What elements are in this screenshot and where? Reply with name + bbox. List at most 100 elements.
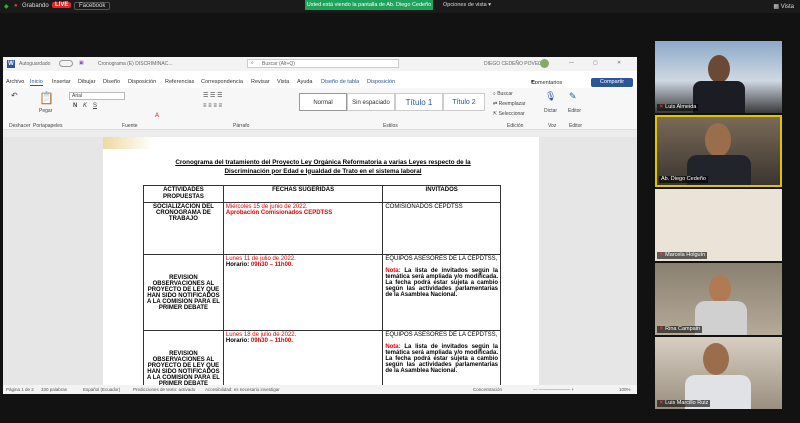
participant-tile[interactable]: ✕ Luis Almeida (655, 41, 782, 113)
font-name-select[interactable]: Arial (69, 92, 125, 100)
avatar[interactable] (540, 59, 549, 68)
undo-icon[interactable]: ↶ (11, 91, 18, 100)
replace-label: Reemplazar (498, 101, 526, 107)
ribbon: ↶ Deshacer 📋 Pegar Portapapeles Arial N … (3, 88, 637, 130)
tab-referencias[interactable]: Referencias (165, 79, 194, 85)
share-button[interactable]: Compartir (591, 78, 633, 87)
bullets-icon[interactable]: ☰ ☰ ☰ (203, 92, 222, 99)
replace-button[interactable]: ⇄ Reemplazar (493, 101, 526, 107)
tab-ayuda[interactable]: Ayuda (297, 79, 313, 85)
close-icon[interactable]: ✕ (617, 60, 621, 66)
select-button[interactable]: ⇱ Seleccionar (493, 111, 525, 117)
zoom-level[interactable]: 100% (619, 387, 631, 392)
table-row[interactable]: SOCIALIZACIÓN DEL CRONOGRAMA DE TRABAJO … (143, 202, 501, 255)
editor-icon[interactable]: ✎ (569, 91, 577, 102)
participant-tile[interactable]: ✕ Luis Marcillo Ruiz (655, 337, 782, 409)
participant-tile-active-speaker[interactable]: Ab. Diego Cedeño (655, 115, 782, 187)
search-icon: ⌕ (251, 60, 254, 66)
tab-vista[interactable]: Vista (277, 79, 289, 85)
tab-archivo[interactable]: Archivo (6, 79, 24, 85)
tab-diseno-tabla[interactable]: Diseño de tabla (321, 79, 359, 85)
guests-cell: EQUIPOS ASESORES DE LA CEPDTSS, Nota: La… (382, 330, 501, 385)
ruler[interactable] (3, 130, 637, 137)
restore-icon[interactable]: ▢ (593, 60, 598, 66)
italic-icon[interactable]: K (83, 103, 87, 109)
date-cell: Lunes 18 de julio de 2022. Horario: 09h3… (222, 330, 384, 385)
participant-name: Ab. Diego Cedeño (659, 176, 708, 183)
guests-cell: COMISIONADOS CEPDTSS (382, 202, 501, 255)
hour-line: Horario: 09h30 – 11h00. (226, 262, 380, 268)
autosave-toggle[interactable] (59, 60, 73, 67)
participant-tile[interactable]: ✕ Rina Campain (655, 263, 782, 335)
focus-mode[interactable]: Concentración (473, 387, 502, 392)
bold-icon[interactable]: N (73, 103, 77, 109)
comments-button[interactable]: ▭ Comentarios ▾ (531, 79, 562, 86)
schedule-table[interactable]: ACTIVIDADES PROPUESTAS FECHAS SUGERIDAS … (143, 185, 501, 385)
view-options-button[interactable]: Opciones de vista ▾ (443, 0, 491, 10)
header-guests: INVITADOS (382, 185, 501, 203)
document-page[interactable]: Cronograma del tratamiento del Proyecto … (103, 137, 539, 385)
table-row[interactable]: REVISION OBSERVACIONES AL PROYECTO DE LE… (143, 330, 501, 385)
mic-muted-icon: ✕ (659, 104, 664, 110)
find-button[interactable]: ⌕ Buscar (493, 91, 513, 97)
date-cell: Lunes 11 de julio de 2022. Horario: 09h3… (222, 254, 384, 331)
voice-group-label: Voz (548, 123, 557, 129)
style-title-1[interactable]: Título 1 (395, 93, 443, 111)
search-placeholder: Buscar (Alt+Q) (262, 61, 295, 67)
zoom-slider[interactable]: — ——————— + (533, 387, 574, 392)
page-count[interactable]: Página 1 de 2 (6, 387, 34, 392)
menu-tabs: Archivo Inicio Insertar Dibujar Diseño D… (3, 78, 637, 88)
view-button[interactable]: ▦ Vista (773, 3, 794, 10)
tab-dibujar[interactable]: Dibujar (78, 79, 95, 85)
tab-revisar[interactable]: Revisar (251, 79, 270, 85)
participant-video (708, 55, 730, 83)
participant-video (709, 275, 731, 303)
word-logo-icon: W (7, 60, 15, 68)
tab-disposicion-tabla[interactable]: Disposición (367, 79, 395, 85)
text-predictions[interactable]: Predicciones de texto: activado (133, 387, 195, 392)
tab-correspondencia[interactable]: Correspondencia (201, 79, 243, 85)
participant-name: ✕ Rina Campain (657, 326, 702, 333)
align-icon[interactable]: ≡ ≡ ≡ ≡ (203, 103, 222, 109)
guests-text: EQUIPOS ASESORES DE LA CEPDTSS, (385, 256, 498, 262)
accessibility[interactable]: Accesibilidad: es necesario investigar (205, 387, 280, 392)
style-no-spacing[interactable]: Sin espaciado (347, 93, 395, 111)
share-label: Compartir (599, 79, 625, 85)
participant-body (693, 81, 745, 113)
guests-text: EQUIPOS ASESORES DE LA CEPDTSS, (385, 332, 498, 338)
save-icon[interactable]: ▣ (79, 60, 84, 66)
microphone-icon[interactable]: 🎙 (545, 91, 556, 102)
style-title-2[interactable]: Título 2 (443, 93, 485, 111)
note-text: Nota: La lista de invitados según la tem… (385, 268, 498, 298)
participant-name-text: Luis Almeida (665, 104, 697, 110)
underline-icon[interactable]: S (93, 103, 97, 109)
undo-group-label: Deshacer (9, 123, 31, 129)
hour-line: Horario: 09h30 – 11h00. (226, 338, 380, 344)
participant-name-text: Marcela Holguín (665, 252, 706, 258)
document-area[interactable]: Cronograma del tratamiento del Proyecto … (3, 137, 637, 385)
participant-tile[interactable]: ✕ Marcela Holguín (655, 189, 782, 261)
comments-label: Comentarios (531, 80, 563, 86)
dictate-label: Dictar (544, 108, 558, 114)
font-name-value: Arial (72, 93, 83, 99)
hour-label: Horario: (225, 262, 251, 268)
style-normal[interactable]: Normal (299, 93, 347, 111)
font-color-icon[interactable]: A (155, 113, 159, 119)
note-body: La lista de invitados según la temática … (385, 268, 498, 298)
participant-name: ✕ Marcela Holguín (657, 252, 708, 259)
language[interactable]: Español (Ecuador) (83, 387, 120, 392)
table-row[interactable]: REVISION OBSERVACIONES AL PROYECTO DE LE… (143, 254, 501, 331)
tab-insertar[interactable]: Insertar (52, 79, 71, 85)
tab-diseno[interactable]: Diseño (103, 79, 120, 85)
tab-disposicion[interactable]: Disposición (128, 79, 156, 85)
paste-icon[interactable]: 📋 (39, 91, 54, 105)
search-input[interactable]: Buscar (Alt+Q) (247, 59, 399, 68)
paragraph-group-label: Párrafo (233, 123, 250, 129)
live-badge[interactable]: LIVE (52, 2, 72, 8)
facebook-button[interactable]: Facebook (74, 2, 111, 10)
shield-icon[interactable]: ◆ (4, 3, 9, 10)
note-body: La lista de invitados según la temática … (385, 344, 498, 374)
word-count[interactable]: 330 palabras (41, 387, 67, 392)
minimize-icon[interactable]: — (569, 60, 574, 66)
tab-inicio[interactable]: Inicio (30, 79, 43, 86)
